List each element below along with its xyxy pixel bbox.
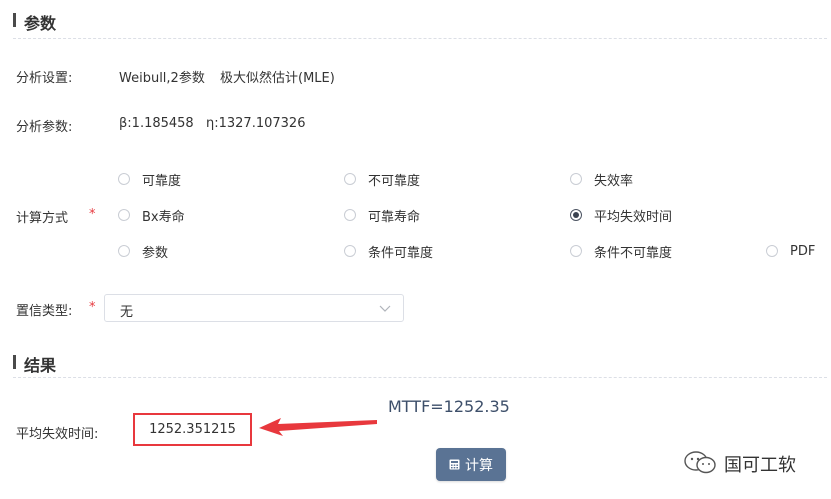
mttf-result-label: 平均失效时间: [16,427,99,442]
radio-button[interactable] [570,245,582,257]
mttf-result-value: 1252.351215 [133,413,252,446]
watermark-text: 国可工软 [724,455,796,476]
calc-method-option[interactable]: 条件不可靠度 [570,243,673,261]
calc-method-option[interactable]: Bx寿命 [118,207,185,225]
calc-method-option[interactable]: PDF [766,243,815,259]
radio-button[interactable] [570,209,582,221]
calc-method-option[interactable]: 平均失效时间 [570,207,673,225]
calc-method-required-mark: * [89,207,96,222]
radio-button[interactable] [344,245,356,257]
calc-method-option-label: PDF [790,243,816,259]
analysis-params-label: 分析参数: [16,120,73,135]
radio-button[interactable] [344,173,356,185]
section-title-params: 参数 [24,14,57,33]
eta-value: η:1327.107326 [206,116,306,131]
calc-method-option-label: 参数 [142,245,169,261]
calc-method-option-label: 平均失效时间 [594,209,673,225]
section-bar-results [13,355,16,369]
radio-button[interactable] [766,245,778,257]
section-divider-results [13,377,827,378]
section-title-results: 结果 [24,356,57,375]
calc-method-option[interactable]: 失效率 [570,171,634,189]
radio-button[interactable] [118,245,130,257]
chevron-down-icon [379,305,391,312]
calc-method-option-label: 可靠度 [142,173,182,189]
section-divider-params [13,38,827,39]
beta-value: β:1.185458 [119,116,194,131]
calc-method-option[interactable]: 不可靠度 [344,171,421,189]
confidence-type-required-mark: * [89,300,96,315]
calculator-icon [449,459,460,470]
calc-method-label: 计算方式 [16,211,69,226]
calc-method-option-label: 条件不可靠度 [594,245,673,261]
calc-method-option[interactable]: 可靠度 [118,171,182,189]
distribution-value: Weibull,2参数 [119,71,205,86]
radio-button[interactable] [344,209,356,221]
confidence-type-select[interactable]: 无 [104,294,404,322]
calc-method-option[interactable]: 可靠寿命 [344,207,421,225]
calc-method-option-label: 可靠寿命 [368,209,421,225]
calculate-button[interactable]: 计算 [436,448,506,481]
calc-method-option-label: Bx寿命 [142,209,185,225]
calc-method-option[interactable]: 参数 [118,243,169,261]
mttf-result-text: 1252.351215 [149,422,236,437]
wechat-icon [684,451,716,474]
calc-method-option[interactable]: 条件可靠度 [344,243,434,261]
calc-method-option-label: 失效率 [594,173,634,189]
estimation-method-value: 极大似然估计(MLE) [220,71,335,86]
confidence-type-selected-value: 无 [120,305,134,320]
analysis-settings-label: 分析设置: [16,71,73,86]
red-arrow-annotation [259,418,377,436]
mttf-annotation: MTTF=1252.35 [388,397,510,416]
radio-button[interactable] [570,173,582,185]
calculate-button-label: 计算 [465,457,493,474]
radio-button[interactable] [118,173,130,185]
confidence-type-label: 置信类型: [16,304,73,319]
section-bar-params [13,13,16,27]
radio-button[interactable] [118,209,130,221]
calc-method-option-label: 不可靠度 [368,173,421,189]
calc-method-option-label: 条件可靠度 [368,245,434,261]
